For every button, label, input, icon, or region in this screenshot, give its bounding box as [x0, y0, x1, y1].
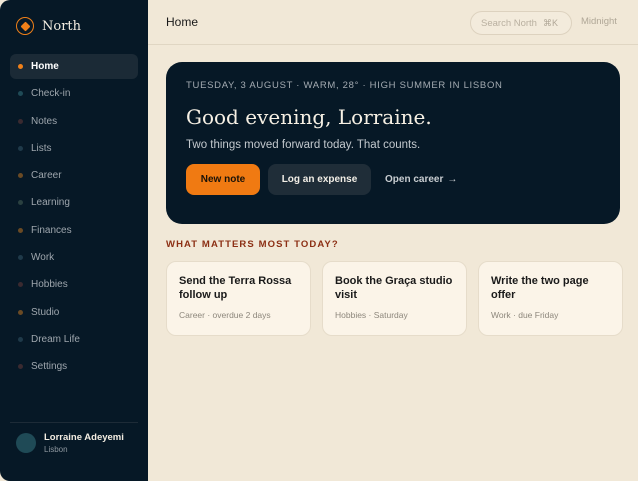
priority-card[interactable]: Book the Graça studio visit Hobbies · Sa… [322, 261, 467, 336]
sidebar-item-label: Studio [31, 306, 60, 318]
priority-card[interactable]: Write the two page offer Work · due Frid… [478, 261, 623, 336]
sidebar-item-check-in[interactable]: Check-in [10, 81, 138, 106]
brand[interactable]: North [16, 16, 81, 36]
brand-name: North [42, 18, 82, 34]
nav-dot-icon [18, 255, 23, 261]
sidebar-item-studio[interactable]: Studio [10, 300, 138, 325]
open-career-label: Open career [385, 174, 444, 185]
user-name: Lorraine Adeyemi [44, 432, 124, 443]
sidebar-item-label: Home [31, 61, 59, 72]
sidebar-divider [10, 422, 138, 423]
greeting-heading: Good evening, Lorraine. [186, 105, 432, 129]
sidebar-item-label: Career [31, 170, 62, 182]
sidebar-item-label: Lists [31, 142, 52, 154]
greeting-subtitle: Two things moved forward today. That cou… [186, 139, 421, 151]
card-meta: Career · overdue 2 days [179, 310, 271, 320]
sidebar-item-career[interactable]: Career [10, 163, 138, 188]
sidebar-item-hobbies[interactable]: Hobbies [10, 272, 138, 297]
nav-dot-icon [18, 364, 23, 370]
nav-dot-icon [18, 282, 23, 288]
nav-dot-icon [18, 173, 23, 179]
new-note-button[interactable]: New note [186, 164, 260, 195]
date-weather-line: TUESDAY, 3 AUGUST · WARM, 28° · HIGH SUM… [186, 80, 503, 91]
card-title: Book the Graça studio visit [335, 275, 453, 301]
main-content: Home ⌘K Midnight TUESDAY, 3 AUGUST · WAR… [148, 0, 638, 481]
card-title: Send the Terra Rossa follow up [179, 275, 292, 301]
sidebar-item-label: Settings [31, 361, 68, 373]
nav-dot-icon [18, 64, 23, 69]
open-career-link[interactable]: Open career → [379, 164, 463, 195]
sidebar-item-label: Check-in [31, 88, 71, 100]
sidebar-item-finances[interactable]: Finances [10, 218, 138, 243]
sidebar-item-lists[interactable]: Lists [10, 136, 138, 161]
priority-cards: Send the Terra Rossa follow up Career · … [166, 261, 623, 336]
page-title: Home [166, 15, 199, 29]
sidebar-item-label: Dream Life [31, 333, 80, 345]
sidebar-item-home[interactable]: Home [10, 54, 138, 79]
card-meta: Hobbies · Saturday [335, 310, 408, 320]
card-title: Write the two page offer [491, 275, 589, 301]
sidebar-item-notes[interactable]: Notes [10, 109, 138, 134]
log-expense-button[interactable]: Log an expense [268, 164, 371, 195]
greeting-card: TUESDAY, 3 AUGUST · WARM, 28° · HIGH SUM… [166, 62, 620, 224]
sidebar-item-label: Work [31, 252, 55, 264]
user-profile[interactable]: Lorraine Adeyemi Lisbon [16, 432, 124, 454]
shortcut-hint: ⌘K [543, 17, 559, 28]
search-input[interactable] [481, 17, 539, 29]
sidebar-item-label: Hobbies [31, 279, 68, 291]
nav-dot-icon [18, 309, 23, 315]
sidebar-item-work[interactable]: Work [10, 245, 138, 270]
card-meta: Work · due Friday [491, 310, 559, 320]
arrow-right-icon: → [447, 174, 458, 185]
priority-card[interactable]: Send the Terra Rossa follow up Career · … [166, 261, 311, 336]
sidebar-item-label: Notes [31, 115, 58, 127]
section-heading: WHAT MATTERS MOST TODAY? [166, 239, 339, 250]
sidebar-item-learning[interactable]: Learning [10, 190, 138, 215]
north-logo-icon [16, 17, 34, 35]
sidebar-item-label: Learning [31, 197, 70, 209]
nav-dot-icon [18, 145, 23, 151]
nav-dot-icon [18, 200, 23, 206]
sidebar-item-label: Finances [31, 224, 72, 236]
theme-toggle[interactable]: Midnight [581, 16, 617, 27]
sidebar-item-settings[interactable]: Settings [10, 354, 138, 379]
nav-dot-icon [18, 227, 23, 233]
sidebar: North Home Check-in Notes Lists Career L… [0, 0, 148, 481]
app-window: North Home Check-in Notes Lists Career L… [0, 0, 638, 481]
user-location: Lisbon [44, 445, 68, 454]
avatar [16, 433, 36, 453]
nav-dot-icon [18, 118, 23, 124]
top-bar: Home ⌘K Midnight [148, 0, 638, 45]
sidebar-nav: Home Check-in Notes Lists Career Learnin… [10, 54, 138, 382]
nav-dot-icon [18, 336, 23, 342]
nav-dot-icon [18, 91, 23, 97]
search-box[interactable]: ⌘K [470, 11, 572, 35]
sidebar-item-dream-life[interactable]: Dream Life [10, 327, 138, 352]
hero-actions: New note Log an expense Open career → [186, 164, 600, 195]
